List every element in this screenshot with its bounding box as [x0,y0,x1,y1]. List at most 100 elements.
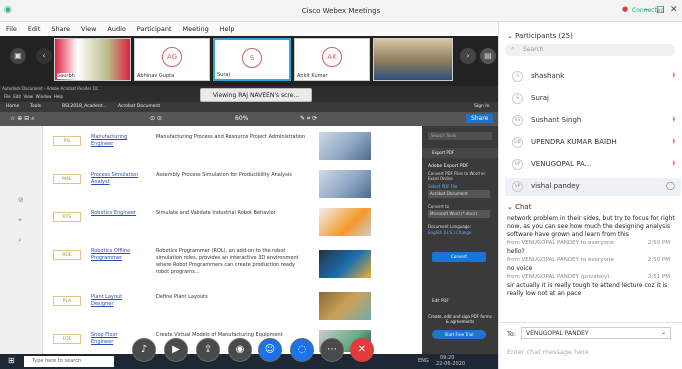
mute-button[interactable]: ♪ [132,338,156,362]
menu-view[interactable]: View [81,25,96,33]
chat-title: Chat [515,203,532,211]
share-content-button[interactable]: ⇪ [196,338,220,362]
role-link[interactable]: Process Simulation Analyst [91,172,141,186]
acrobat-menu-help[interactable]: Help [54,94,63,99]
participant-row[interactable]: S shashank ⱡ [505,68,681,86]
acrobat-menu-view[interactable]: View [24,94,34,99]
export-pdf-tool[interactable]: Export PDF [422,148,498,158]
video-tile-ankit[interactable]: AK Ankit Kumar [294,38,370,81]
muted-mic-icon[interactable]: ⱡ [673,115,675,124]
share-button[interactable]: Share [466,114,494,123]
acrobat-menu-file[interactable]: File [4,94,11,99]
participant-name: Suraj [531,94,549,102]
role-link[interactable]: Robotics Engineer [91,210,141,217]
search-tools-input[interactable]: Search Tools [428,132,492,140]
avatar: S [512,93,523,104]
document-page: PSI Manufacturing Engineer Manufacturing… [42,126,422,354]
chat-bubble-icon[interactable]: ◯ [666,181,675,190]
tile-name: Ankit Kumar [297,73,328,79]
free-trial-button[interactable]: Start Free Trial [432,330,486,339]
more-options-button[interactable]: ⋯ [320,338,344,362]
menu-participant[interactable]: Participant [137,25,172,33]
participant-row[interactable]: S Suraj [505,90,681,108]
avatar: VP [512,181,523,192]
acrobat-menu-edit[interactable]: Edit [13,94,21,99]
role-link[interactable]: Manufacturing Engineer [91,134,141,148]
menu-edit[interactable]: Edit [28,25,41,33]
menu-file[interactable]: File [6,25,17,33]
windows-start-icon[interactable]: ⊞ [8,356,15,365]
attach-icon[interactable]: ⌖ [18,216,22,225]
muted-mic-icon[interactable]: ⱡ [673,71,675,80]
tab-doc2[interactable]: Acrobat Document [118,104,160,109]
edit-pdf-tool[interactable]: Edit PDF [422,296,498,306]
tab-doc1[interactable]: BSL2018_Acadent... [62,104,107,109]
convert-button[interactable]: Convert [432,252,486,262]
video-button[interactable]: ▶ [164,338,188,362]
tab-home[interactable]: Home [6,104,19,109]
acrobat-toolbar: ☆ ⊕ ⊟ ⌕ ⊙ ⊙ 60% ✎ ⌗ ⟳ Share [0,112,498,126]
participant-row[interactable]: UB UPENDRA KUMAR BAIDH ⱡ [505,134,681,152]
video-tile-saurbh[interactable]: Saurbh [54,38,131,81]
participant-name: UPENDRA KUMAR BAIDH [531,138,617,146]
muted-mic-icon[interactable]: ⱡ [673,159,675,168]
taskbar-search[interactable]: Type here to search [24,356,114,367]
role-thumbnail [319,208,371,236]
menu-audio[interactable]: Audio [107,25,125,33]
recipient-select[interactable]: VENUGOPAL PANDEY ⌄ [521,327,671,339]
leave-meeting-button[interactable]: ✕ [350,338,374,362]
muted-mic-icon[interactable]: ⱡ [673,137,675,146]
video-tile-suraj[interactable]: S Suraj [213,38,291,81]
comment-icon[interactable]: ✎ ⌗ ⟳ [300,115,317,123]
alert-icon[interactable]: ● [622,5,628,13]
selected-file[interactable]: Acrobat Document [428,190,490,198]
window-title: Cisco Webex Meetings [301,7,381,15]
video-tile-abhinav[interactable]: AG Abhinav Gupta [134,38,210,81]
search-doc-icon[interactable]: ⌕ [18,236,22,245]
chat-button[interactable]: ◌ [290,338,314,362]
participants-header[interactable]: ⌄ Participants (25) [507,32,573,40]
layout-toggle-button[interactable]: ▣ [10,48,26,64]
select-file-label[interactable]: Select PDF File [428,184,457,189]
chat-header[interactable]: ⌄ Chat [507,203,531,211]
convert-format-select[interactable]: Microsoft Word (*.docx) [428,210,490,218]
participant-search-input[interactable]: ⌕ Search [505,44,675,56]
maximize-button[interactable]: □ [656,5,665,15]
role-link[interactable]: Robotics Offline Programmer [91,248,141,262]
role-code: RTS [53,212,81,222]
taskbar-lang[interactable]: ENG [418,358,429,364]
minimize-button[interactable]: – [644,5,649,15]
save-icon[interactable]: ☆ ⊕ ⊟ ⌕ [10,115,35,123]
menu-help[interactable]: Help [220,25,235,33]
video-tile-presenter[interactable] [373,38,453,81]
promo-text: Create, edit and sign PDF forms & agreem… [428,314,492,324]
scroll-left-button[interactable]: ‹ [36,48,52,64]
view-mode-button[interactable]: ▤ [480,48,496,64]
chat-message: now, as you can see how much the designi… [507,223,671,230]
participant-row[interactable]: VP vishal pandey ◯ [505,178,681,196]
role-desc: Manufacturing Process and Resource Proje… [156,134,306,140]
participants-button[interactable]: ☺ [258,338,282,362]
recipient-value: VENUGOPAL PANDEY [526,330,589,337]
menu-share[interactable]: Share [51,25,70,33]
taskbar-date[interactable]: 22-06-2020 [436,361,465,367]
export-heading: Adobe Export PDF [428,164,469,169]
role-link[interactable]: Plant Layout Designer [91,294,141,308]
participant-row[interactable]: SS Sushant Singh ⱡ [505,112,681,130]
participant-row[interactable]: VP VENUGOPAL PA... ⱡ [505,156,681,174]
lang-value[interactable]: English (U.S.) Change [428,230,471,235]
tab-tools[interactable]: Tools [30,104,41,109]
menu-meeting[interactable]: Meeting [183,25,209,33]
zoom-level[interactable]: 60% [235,115,248,122]
page-nav-icon[interactable]: ⊙ ⊙ [150,115,162,122]
close-button[interactable]: ✕ [670,5,678,15]
chat-sender: from VENUGOPAL PANDEY to everyone [507,240,614,246]
scroll-right-button[interactable]: › [460,48,476,64]
bookmark-icon[interactable]: ⊘ [18,196,24,204]
chat-input[interactable]: Enter chat message here [507,348,589,356]
screen-share-banner[interactable]: Viewing RAJ NAVEEN's scre... [200,88,312,102]
record-button[interactable]: ◉ [228,338,252,362]
title-bar: ◉ Cisco Webex Meetings ● Connected – □ ✕ [0,0,682,22]
acrobat-menu-window[interactable]: Window [36,94,52,99]
acrobat-signin[interactable]: Sign In [474,104,489,109]
